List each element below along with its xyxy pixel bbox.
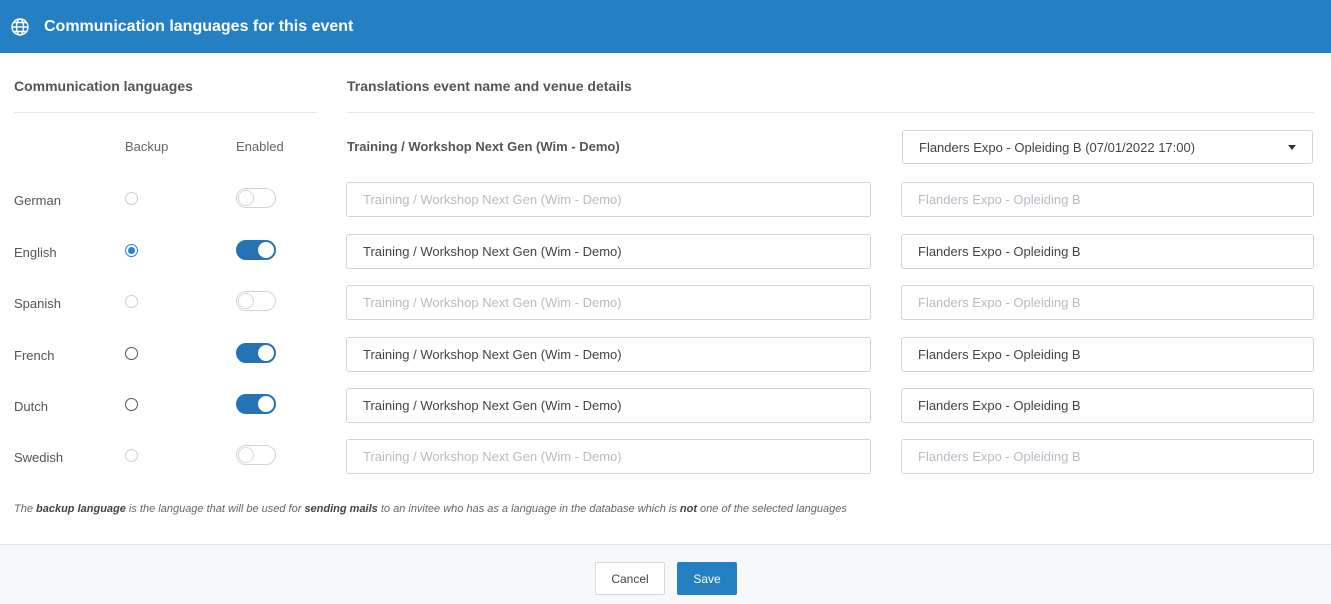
backup-column-header: Backup <box>125 139 169 154</box>
venue-translation-input[interactable]: Flanders Expo - Opleiding B <box>901 388 1314 423</box>
toggle-knob <box>238 293 254 309</box>
toggle-knob <box>238 190 254 206</box>
translations-title: Translations event name and venue detail… <box>347 78 632 94</box>
venue-translation-input[interactable]: Flanders Expo - Opleiding B <box>901 234 1314 269</box>
enabled-toggle[interactable] <box>236 291 276 311</box>
backup-radio[interactable] <box>125 244 138 257</box>
backup-radio[interactable] <box>125 192 138 205</box>
event-name-translation-input[interactable]: Training / Workshop Next Gen (Wim - Demo… <box>346 439 871 474</box>
language-row: French Training / Workshop Next Gen (Wim … <box>0 337 1331 373</box>
language-label: Spanish <box>14 296 61 311</box>
event-name-translation-input[interactable]: Training / Workshop Next Gen (Wim - Demo… <box>346 234 871 269</box>
venue-translation-input[interactable]: Flanders Expo - Opleiding B <box>901 182 1314 217</box>
modal-footer: Cancel Save <box>0 544 1331 604</box>
language-label: Dutch <box>14 399 48 414</box>
language-row: German Training / Workshop Next Gen (Wim … <box>0 182 1331 218</box>
toggle-knob <box>258 242 274 258</box>
right-divider <box>347 112 1314 113</box>
language-label: English <box>14 245 57 260</box>
enabled-toggle[interactable] <box>236 445 276 465</box>
communication-languages-title: Communication languages <box>14 78 193 94</box>
backup-radio[interactable] <box>125 295 138 308</box>
globe-icon <box>10 17 30 37</box>
toggle-knob <box>258 345 274 361</box>
event-name-translation-input[interactable]: Training / Workshop Next Gen (Wim - Demo… <box>346 337 871 372</box>
left-divider <box>14 112 317 113</box>
language-row: Dutch Training / Workshop Next Gen (Wim -… <box>0 388 1331 424</box>
language-row: English Training / Workshop Next Gen (Wim… <box>0 234 1331 270</box>
language-label: German <box>14 193 61 208</box>
enabled-toggle[interactable] <box>236 343 276 363</box>
venue-select-value: Flanders Expo - Opleiding B (07/01/2022 … <box>919 139 1196 155</box>
modal-header: Communication languages for this event <box>0 0 1331 53</box>
event-name-label: Training / Workshop Next Gen (Wim - Demo… <box>347 139 620 154</box>
cancel-button[interactable]: Cancel <box>595 562 665 595</box>
toggle-knob <box>258 396 274 412</box>
event-name-translation-input[interactable]: Training / Workshop Next Gen (Wim - Demo… <box>346 182 871 217</box>
chevron-down-icon <box>1288 145 1296 150</box>
backup-radio[interactable] <box>125 398 138 411</box>
backup-language-note: The backup language is the language that… <box>14 503 847 515</box>
venue-translation-input[interactable]: Flanders Expo - Opleiding B <box>901 439 1314 474</box>
venue-translation-input[interactable]: Flanders Expo - Opleiding B <box>901 337 1314 372</box>
venue-select[interactable]: Flanders Expo - Opleiding B (07/01/2022 … <box>902 130 1313 164</box>
modal-title: Communication languages for this event <box>44 17 354 35</box>
language-row: Swedish Training / Workshop Next Gen (Wim… <box>0 439 1331 475</box>
language-label: Swedish <box>14 450 64 465</box>
backup-radio[interactable] <box>125 449 138 462</box>
venue-translation-input[interactable]: Flanders Expo - Opleiding B <box>901 285 1314 320</box>
save-button[interactable]: Save <box>677 562 737 595</box>
backup-radio[interactable] <box>125 347 138 360</box>
enabled-toggle[interactable] <box>236 394 276 414</box>
event-name-translation-input[interactable]: Training / Workshop Next Gen (Wim - Demo… <box>346 388 871 423</box>
enabled-toggle[interactable] <box>236 240 276 260</box>
language-row: Spanish Training / Workshop Next Gen (Wim… <box>0 285 1331 321</box>
enabled-column-header: Enabled <box>236 139 284 154</box>
toggle-knob <box>238 447 254 463</box>
language-label: French <box>14 348 55 363</box>
enabled-toggle[interactable] <box>236 188 276 208</box>
event-name-translation-input[interactable]: Training / Workshop Next Gen (Wim - Demo… <box>346 285 871 320</box>
